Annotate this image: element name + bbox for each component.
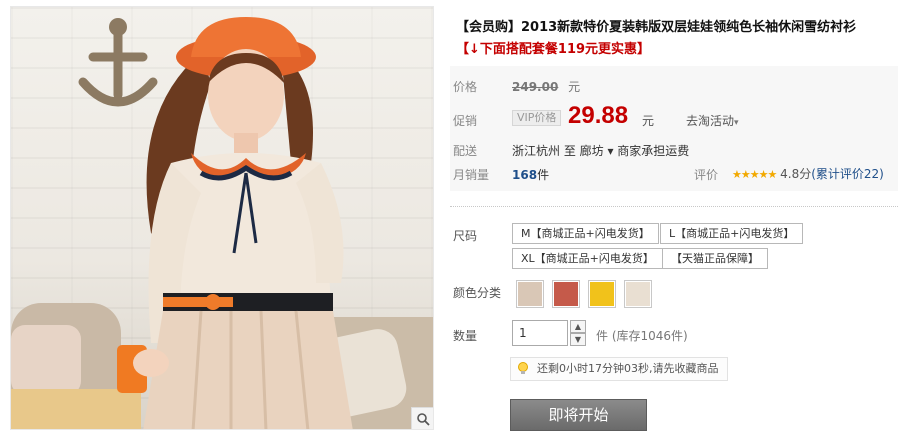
- vip-price-tag: VIP价格: [512, 110, 562, 126]
- monthly-sales: 168件: [512, 166, 549, 183]
- original-price-label: 价格: [453, 80, 478, 94]
- promo-activity-dropdown[interactable]: 去淘活动▾: [686, 112, 739, 129]
- rating-summary: ★★★★★ 4.8分(累计评价22): [732, 165, 884, 182]
- product-title: 【会员购】2013新款特价夏装韩版双层娃娃领纯色长袖休闲雪纺衬衫: [456, 20, 857, 35]
- promo-activity-label: 去淘活动: [686, 114, 735, 128]
- product-photo[interactable]: [10, 6, 434, 430]
- original-price: 249.00 元: [512, 78, 580, 95]
- quantity-input[interactable]: 1: [512, 320, 568, 346]
- chevron-down-icon: ▾: [734, 118, 739, 128]
- original-price-unit: 元: [568, 80, 581, 94]
- swatch-fill: [554, 282, 578, 306]
- rating-label: 评价: [694, 168, 719, 182]
- size-option-m[interactable]: M【商城正品+闪电发货】: [512, 223, 659, 244]
- size-option-guarantee[interactable]: 【天猫正品保障】: [662, 248, 768, 269]
- quantity-increase-button[interactable]: ▲: [570, 320, 586, 333]
- rating-score: 4.8分: [780, 167, 812, 181]
- stock-text: 件 (库存1046件): [596, 329, 688, 343]
- magnifier-icon: [416, 412, 430, 426]
- size-option-xl[interactable]: XL【商城正品+闪电发货】: [512, 248, 663, 269]
- countdown-text: 还剩0小时17分钟03秒,请先收藏商品: [537, 362, 719, 375]
- sale-price-label: 促销: [453, 114, 478, 128]
- monthly-sales-label: 月销量: [453, 168, 490, 182]
- sofa-pillow: [11, 325, 81, 395]
- shipping-destination-selector[interactable]: 浙江杭州 至 廊坊 ▾ 商家承担运费: [512, 142, 689, 159]
- color-swatch-2[interactable]: [552, 280, 580, 308]
- monthly-sales-unit: 件: [537, 168, 550, 182]
- bundle-promo-link[interactable]: 【↓下面搭配套餐119元更实惠】: [456, 38, 650, 57]
- review-count-link[interactable]: (累计评价22): [811, 167, 884, 181]
- size-label: 尺码: [453, 229, 478, 243]
- color-swatch-4[interactable]: [624, 280, 652, 308]
- quantity-label: 数量: [453, 329, 478, 343]
- lightbulb-icon: [518, 362, 528, 374]
- chevron-down-icon: ▼: [574, 335, 582, 344]
- swatch-fill: [626, 282, 650, 306]
- swatch-fill: [590, 282, 614, 306]
- quantity-decrease-button[interactable]: ▼: [570, 333, 586, 346]
- color-swatch-1[interactable]: [516, 280, 544, 308]
- color-swatch-3[interactable]: [588, 280, 616, 308]
- shipping-label: 配送: [453, 144, 478, 158]
- size-option-l[interactable]: L【商城正品+闪电发货】: [660, 223, 804, 244]
- zoom-button[interactable]: [411, 407, 433, 429]
- chevron-up-icon: ▲: [574, 322, 582, 331]
- original-price-value: 249.00: [512, 80, 559, 94]
- sale-price-value: 29.88: [568, 102, 629, 129]
- countdown-notice: 还剩0小时17分钟03秒,请先收藏商品: [510, 357, 728, 381]
- buy-button[interactable]: 即将开始: [510, 399, 647, 431]
- divider: [450, 206, 898, 207]
- swatch-fill: [518, 282, 542, 306]
- color-label: 颜色分类: [453, 286, 502, 300]
- model-figure: [117, 17, 353, 429]
- rating-stars-icon: ★★★★★: [732, 168, 777, 181]
- sale-price-unit: 元: [642, 114, 655, 128]
- price-box: 价格 249.00 元 促销 VIP价格 29.88 元 去淘活动▾ 配送 浙江…: [450, 66, 898, 191]
- monthly-sales-count: 168: [512, 168, 538, 182]
